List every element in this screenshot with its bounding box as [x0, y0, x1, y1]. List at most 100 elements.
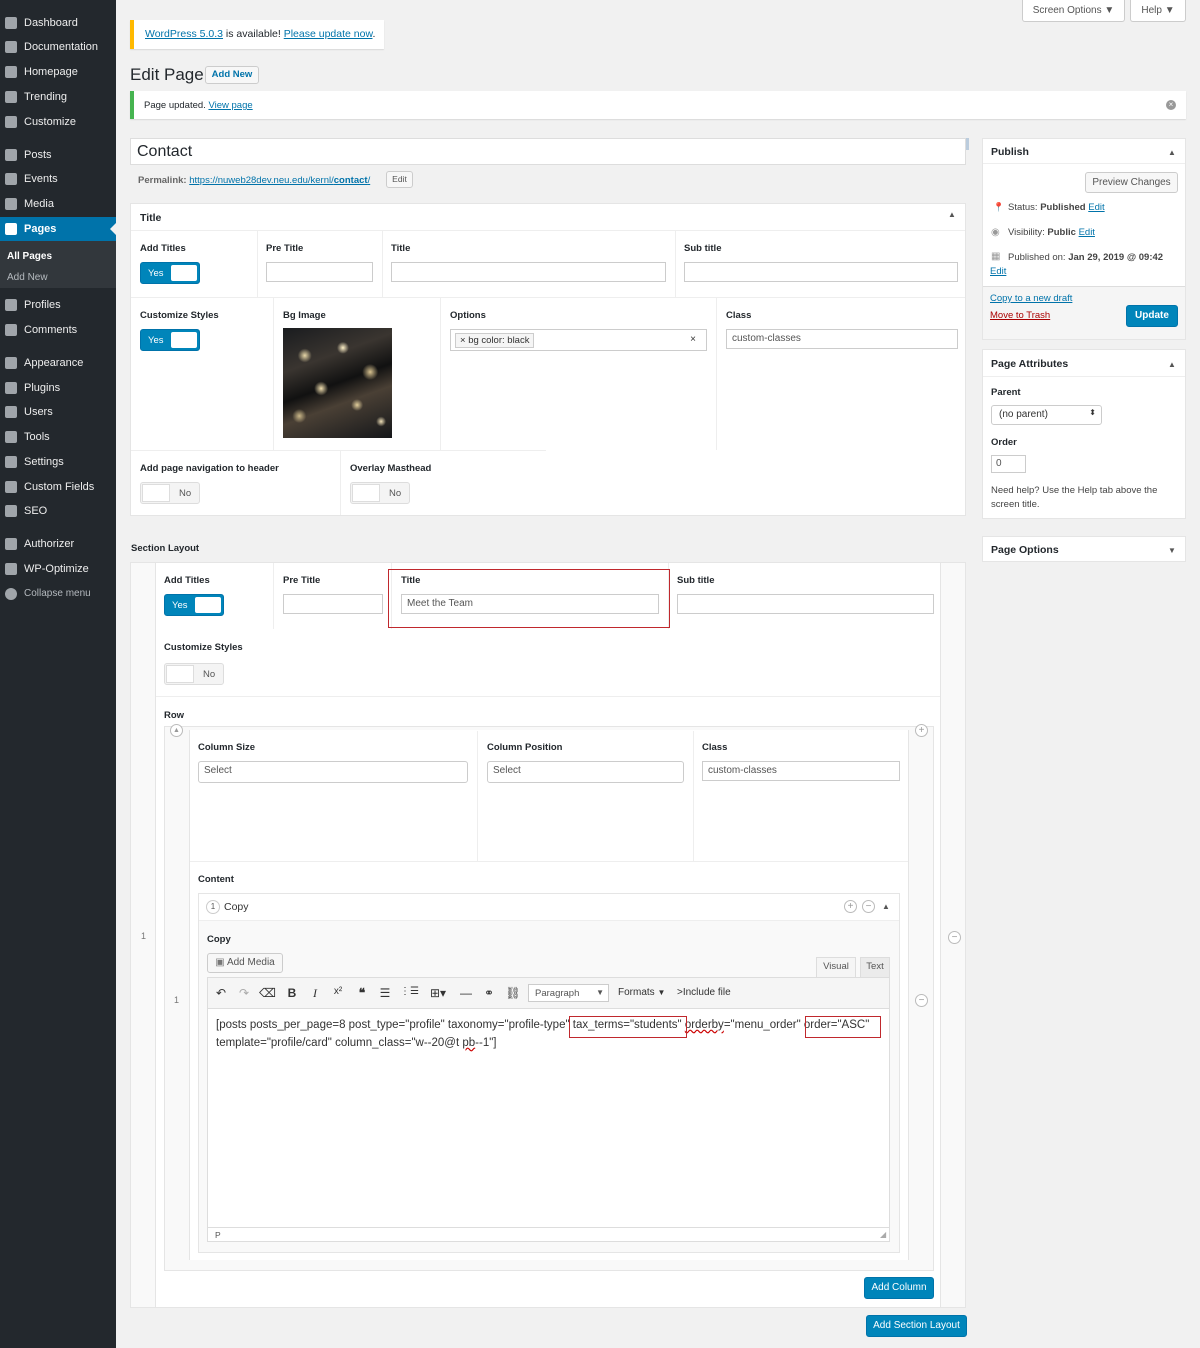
- published-edit-link[interactable]: Edit: [990, 266, 1006, 277]
- publish-toggle-icon[interactable]: ▲: [1168, 148, 1176, 157]
- update-now-link[interactable]: Please update now: [284, 28, 373, 40]
- sub-title-input[interactable]: [684, 262, 958, 282]
- bold-icon[interactable]: B: [284, 986, 300, 1000]
- menu-customize[interactable]: Customize: [0, 110, 116, 134]
- submenu-add-new[interactable]: Add New: [7, 272, 48, 283]
- blockquote-icon[interactable]: ❝: [354, 986, 370, 1000]
- section-pre-title-input[interactable]: [283, 594, 383, 614]
- layout-remove-icon[interactable]: −: [915, 994, 928, 1007]
- status-edit-link[interactable]: Edit: [1088, 202, 1104, 213]
- customize-styles-toggle[interactable]: Yes: [140, 329, 200, 351]
- permalink-edit-button[interactable]: Edit: [386, 171, 413, 188]
- text-tab[interactable]: Text: [860, 957, 890, 977]
- banner-toggle-icon[interactable]: ▲: [948, 210, 956, 219]
- add-new-button[interactable]: Add New: [205, 66, 259, 84]
- column-size-select[interactable]: Select: [198, 761, 468, 783]
- overlay-masthead-toggle[interactable]: No: [350, 482, 410, 504]
- visibility-edit-link[interactable]: Edit: [1079, 227, 1095, 238]
- options-select[interactable]: × bg color: black ×: [450, 329, 707, 351]
- menu-custom-fields[interactable]: Custom Fields: [0, 475, 116, 499]
- menu-users[interactable]: Users: [0, 400, 116, 424]
- unlink-icon[interactable]: ⛓: [505, 986, 521, 1000]
- remove-tag-icon[interactable]: ×: [460, 335, 466, 346]
- parent-select[interactable]: (no parent) ⬍: [991, 405, 1102, 425]
- add-titles-toggle[interactable]: Yes: [140, 262, 200, 284]
- add-section-layout-button[interactable]: Add Section Layout: [866, 1315, 967, 1337]
- add-column-button[interactable]: Add Column: [864, 1277, 934, 1299]
- numbered-list-icon[interactable]: ⋮☰: [400, 986, 419, 997]
- pre-title-input[interactable]: [266, 262, 373, 282]
- clear-formatting-icon[interactable]: ⌫: [259, 986, 276, 1000]
- section-customize-styles-toggle[interactable]: No: [164, 663, 224, 685]
- visual-tab[interactable]: Visual: [816, 957, 856, 977]
- option-tag[interactable]: × bg color: black: [455, 333, 535, 348]
- copy-remove-icon[interactable]: −: [862, 900, 875, 913]
- formats-menu[interactable]: Formats ▼: [618, 987, 665, 998]
- divider: [983, 376, 1185, 377]
- dismiss-icon[interactable]: ×: [1166, 100, 1176, 110]
- wordpress-version-link[interactable]: WordPress 5.0.3: [145, 28, 223, 40]
- screen-options-button[interactable]: Screen Options ▼: [1022, 0, 1125, 22]
- clear-icon[interactable]: ×: [690, 334, 696, 345]
- copy-collapse-icon[interactable]: ▲: [882, 902, 890, 911]
- move-to-trash-link[interactable]: Move to Trash: [990, 310, 1050, 321]
- row-remove-icon[interactable]: −: [948, 931, 961, 944]
- divider: [131, 297, 965, 298]
- bullet-list-icon[interactable]: ☰: [377, 986, 393, 1000]
- paragraph-select[interactable]: Paragraph ▼: [528, 984, 609, 1002]
- menu-documentation[interactable]: Documentation: [0, 35, 116, 59]
- post-title-input[interactable]: Contact: [130, 138, 966, 165]
- menu-tools[interactable]: Tools: [0, 425, 116, 449]
- italic-icon[interactable]: I: [307, 986, 323, 1001]
- menu-settings[interactable]: Settings: [0, 450, 116, 474]
- menu-wp-optimize[interactable]: WP-Optimize: [0, 557, 116, 581]
- link-icon[interactable]: ⚭: [481, 986, 497, 1000]
- menu-comments[interactable]: Comments: [0, 318, 116, 342]
- section-sub-title-input[interactable]: [677, 594, 934, 614]
- menu-events[interactable]: Events: [0, 167, 116, 191]
- bg-image-thumbnail[interactable]: [283, 328, 392, 438]
- editor-content-line1[interactable]: [posts posts_per_page=8 post_type="profi…: [216, 1019, 869, 1031]
- menu-media[interactable]: Media: [0, 192, 116, 216]
- class-input[interactable]: custom-classes: [726, 329, 958, 349]
- page-navigation-toggle[interactable]: No: [140, 482, 200, 504]
- permalink-link[interactable]: https://nuweb28dev.neu.edu/kernl/contact…: [189, 175, 370, 186]
- add-media-button[interactable]: ▣ Add Media: [207, 953, 283, 973]
- menu-posts[interactable]: Posts: [0, 143, 116, 167]
- submenu-all-pages[interactable]: All Pages: [7, 251, 52, 262]
- menu-profiles[interactable]: Profiles: [0, 293, 116, 317]
- row-collapse-icon[interactable]: ▲: [170, 724, 183, 737]
- menu-authorizer[interactable]: Authorizer: [0, 532, 116, 556]
- page-options-toggle-icon[interactable]: ▼: [1168, 546, 1176, 555]
- editor-content-line2[interactable]: template="profile/card" column_class="w-…: [216, 1037, 497, 1049]
- menu-appearance[interactable]: Appearance: [0, 351, 116, 375]
- help-button[interactable]: Help ▼: [1130, 0, 1186, 22]
- menu-pages[interactable]: Pages: [0, 217, 116, 241]
- copy-layout-header[interactable]: [199, 894, 899, 921]
- order-input[interactable]: 0: [991, 455, 1026, 473]
- row-class-input[interactable]: custom-classes: [702, 761, 900, 781]
- row-add-icon[interactable]: +: [915, 724, 928, 737]
- view-page-link[interactable]: View page: [208, 100, 252, 111]
- table-icon[interactable]: ⊞▾: [425, 986, 451, 1000]
- menu-trending[interactable]: Trending: [0, 85, 116, 109]
- menu-homepage[interactable]: Homepage: [0, 60, 116, 84]
- section-add-titles-toggle[interactable]: Yes: [164, 594, 224, 616]
- menu-seo[interactable]: SEO: [0, 499, 116, 523]
- menu-plugins[interactable]: Plugins: [0, 376, 116, 400]
- superscript-icon[interactable]: x²: [330, 986, 346, 997]
- page-attributes-toggle-icon[interactable]: ▲: [1168, 360, 1176, 369]
- copy-to-draft-link[interactable]: Copy to a new draft: [990, 293, 1072, 304]
- undo-icon[interactable]: ↶: [213, 986, 229, 1000]
- redo-icon[interactable]: ↷: [236, 986, 252, 1000]
- preview-changes-button[interactable]: Preview Changes: [1085, 172, 1178, 193]
- column-position-select[interactable]: Select: [487, 761, 684, 783]
- menu-dashboard[interactable]: Dashboard: [0, 11, 116, 35]
- update-button[interactable]: Update: [1126, 305, 1178, 327]
- horizontal-line-icon[interactable]: —: [458, 986, 474, 1000]
- copy-add-icon[interactable]: +: [844, 900, 857, 913]
- resize-handle-icon[interactable]: ◢: [880, 1230, 886, 1239]
- include-file-button[interactable]: >Include file: [677, 987, 731, 998]
- title-input[interactable]: [391, 262, 666, 282]
- menu-collapse[interactable]: Collapse menu: [0, 582, 116, 606]
